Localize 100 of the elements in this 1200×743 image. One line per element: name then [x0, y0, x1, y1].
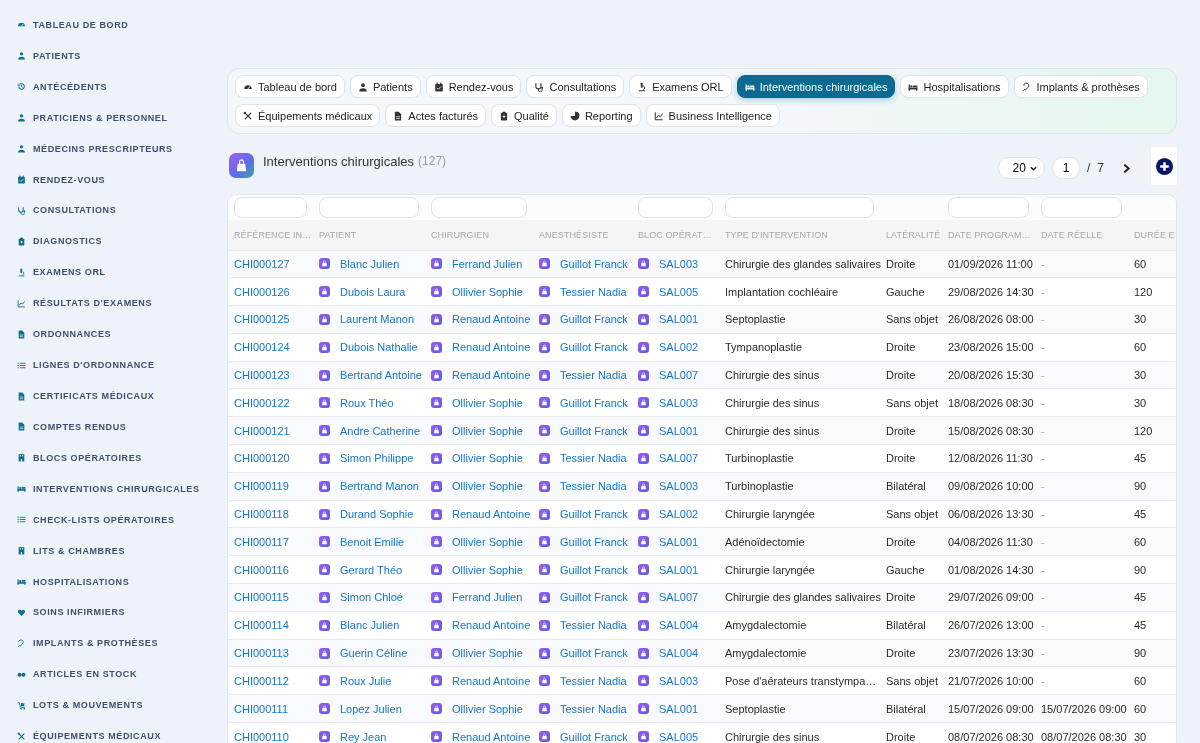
record-link[interactable]: Renaud Antoine — [452, 340, 531, 355]
filter-field[interactable] — [725, 196, 874, 218]
record-link[interactable]: SAL003 — [659, 395, 699, 410]
record-link[interactable]: SAL005 — [659, 284, 699, 299]
tab[interactable]: Hospitalisations — [900, 75, 1009, 98]
record-link[interactable]: Roux Théo — [340, 395, 394, 410]
sidebar-item[interactable]: CERTIFICATS MÉDICAUX — [17, 389, 155, 403]
tab[interactable]: Qualité — [491, 104, 557, 127]
record-link[interactable]: Ollivier Sophie — [452, 284, 523, 299]
record-link[interactable]: Renaud Antoine — [452, 673, 531, 688]
bag-icon — [431, 480, 442, 492]
record-link[interactable]: Guillot Franck — [560, 395, 628, 410]
sidebar-item[interactable]: ORDONNANCES — [17, 327, 112, 342]
tab[interactable]: Patients — [349, 75, 421, 98]
filter-field[interactable] — [948, 196, 1029, 218]
sidebar-item[interactable]: LOTS & MOUVEMENTS — [17, 698, 144, 713]
tab[interactable]: Interventions chirurgicales — [736, 75, 896, 98]
record-link[interactable]: Renaud Antoine — [452, 618, 531, 633]
record-link[interactable]: Gerard Théo — [340, 562, 403, 577]
sidebar-item[interactable]: LITS & CHAMBRES — [17, 543, 125, 558]
record-link[interactable]: SAL002 — [659, 340, 699, 355]
filter-field[interactable] — [431, 196, 527, 218]
sidebar-item[interactable]: TABLEAU DE BORD — [17, 18, 129, 32]
sidebar-item[interactable]: ANTÉCÉDENTS — [17, 79, 108, 94]
tab[interactable]: Actes facturés — [385, 104, 487, 127]
tab[interactable]: Business Intelligence — [645, 104, 780, 127]
record-link[interactable]: Ollivier Sophie — [452, 562, 523, 577]
record-link[interactable]: Guillot Franck — [560, 507, 628, 522]
record-link[interactable]: Rey Jean — [340, 729, 387, 743]
add-button[interactable] — [1151, 147, 1177, 185]
filter-field[interactable] — [234, 196, 307, 218]
record-link[interactable]: Ollivier Sophie — [452, 451, 523, 466]
record-link[interactable]: Tessier Nadia — [560, 284, 627, 299]
tab[interactable]: Examens ORL — [629, 75, 732, 98]
reference-link[interactable]: CHI000120 — [234, 452, 290, 465]
sidebar-item[interactable]: IMPLANTS & PROTHÈSES — [17, 636, 158, 651]
sidebar-item[interactable]: INTERVENTIONS CHIRURGICALES — [17, 481, 200, 496]
tab[interactable]: Rendez-vous — [425, 75, 522, 98]
sidebar-item[interactable]: EXAMENS ORL — [17, 265, 106, 280]
record-link[interactable]: Renaud Antoine — [452, 729, 531, 743]
record-link[interactable]: Ollivier Sophie — [452, 395, 523, 410]
reference-link[interactable]: CHI000116 — [234, 563, 289, 576]
table-cell: 90 — [1128, 639, 1176, 667]
sidebar-item[interactable]: ARTICLES EN STOCK — [17, 667, 138, 682]
record-link[interactable]: Renaud Antoine — [452, 507, 531, 522]
record-link[interactable]: Guillot Franck — [560, 729, 628, 743]
sidebar-item[interactable]: LIGNES D'ORDONNANCE — [17, 358, 155, 373]
tab[interactable]: Implants & prothèses — [1013, 75, 1148, 98]
reference-link[interactable]: CHI000110 — [234, 730, 289, 743]
table-cell: 15/07/2026 09:00 — [1035, 694, 1128, 723]
record-link[interactable]: Tessier Nadia — [560, 618, 627, 633]
filter-field[interactable] — [319, 196, 419, 218]
filter-field[interactable] — [638, 196, 713, 218]
sidebar-item[interactable]: ÉQUIPEMENTS MÉDICAUX — [17, 729, 161, 743]
sidebar-item[interactable]: HOSPITALISATIONS — [17, 574, 130, 589]
record-link[interactable]: SAL002 — [659, 507, 699, 522]
tab[interactable]: Tableau de bord — [235, 75, 345, 98]
reference-link[interactable]: CHI000126 — [234, 285, 290, 298]
record-link[interactable]: Blanc Julien — [340, 618, 400, 633]
tab[interactable]: Reporting — [561, 104, 641, 127]
bag-icon — [638, 591, 649, 603]
record-link[interactable]: Dubois Nathalie — [340, 340, 418, 355]
record-link[interactable]: Simon Philippe — [340, 451, 414, 466]
record-link[interactable]: Tessier Nadia — [560, 673, 627, 688]
table-cell: - — [1035, 527, 1128, 556]
record-link[interactable]: SAL007 — [659, 451, 699, 466]
record-link[interactable]: Tessier Nadia — [560, 451, 627, 466]
sidebar-item[interactable]: SOINS INFIRMIERS — [17, 605, 126, 620]
bed-icon — [17, 484, 26, 494]
filter-field[interactable] — [1041, 196, 1122, 218]
page-field[interactable]: 1 — [1051, 157, 1080, 179]
page-size-select[interactable]: 20 — [997, 157, 1045, 179]
record-link[interactable]: Dubois Laura — [340, 284, 406, 299]
tab[interactable]: Équipements médicaux — [235, 104, 381, 127]
sidebar-item[interactable]: PATIENTS — [17, 48, 81, 63]
record-link[interactable]: SAL001 — [659, 562, 699, 577]
reference-link[interactable]: CHI000118 — [234, 508, 289, 521]
sidebar-item[interactable]: RÉSULTATS D'EXAMENS — [17, 296, 153, 311]
sidebar-item[interactable]: RENDEZ-VOUS — [17, 172, 106, 187]
sidebar-item[interactable]: COMPTES RENDUS — [17, 420, 127, 434]
sidebar-item[interactable]: BLOCS OPÉRATOIRES — [17, 450, 142, 465]
document-icon — [17, 422, 26, 432]
reference-link[interactable]: CHI000122 — [234, 396, 290, 409]
sidebar-item[interactable]: DIAGNOSTICS — [17, 234, 103, 249]
sidebar-item[interactable]: PRATICIENS & PERSONNEL — [17, 110, 168, 125]
record-link[interactable]: Roux Julie — [340, 673, 392, 688]
sidebar-item[interactable]: MÉDECINS PRESCRIPTEURS — [17, 141, 173, 156]
record-link[interactable]: SAL003 — [659, 673, 699, 688]
reference-link[interactable]: CHI000114 — [234, 619, 289, 632]
record-link[interactable]: SAL005 — [659, 729, 699, 743]
sidebar-item[interactable]: CHECK-LISTS OPÉRATOIRES — [17, 512, 175, 527]
record-link[interactable]: Durand Sophie — [340, 507, 414, 522]
table-cell: 08/07/2026 08:30 — [1035, 722, 1128, 743]
record-link[interactable]: SAL004 — [659, 618, 699, 633]
reference-link[interactable]: CHI000112 — [234, 674, 289, 687]
sidebar-item[interactable]: CONSULTATIONS — [17, 203, 117, 218]
tab[interactable]: Consultations — [526, 75, 625, 98]
reference-link[interactable]: CHI000124 — [234, 341, 290, 354]
record-link[interactable]: Guillot Franck — [560, 562, 628, 577]
record-link[interactable]: Guillot Franck — [560, 340, 628, 355]
